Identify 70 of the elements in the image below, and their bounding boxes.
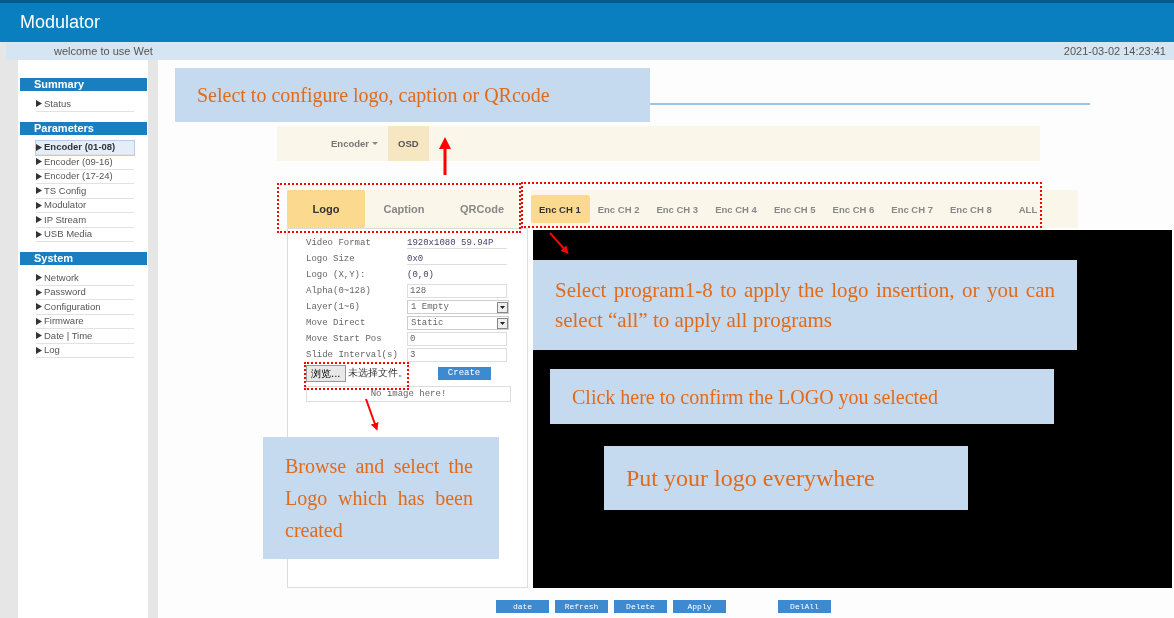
file-status: 未选择文件。 (347, 366, 409, 380)
arrow (439, 137, 451, 175)
field-label: Move Direct (306, 318, 367, 328)
mode-tab[interactable]: Logo (287, 190, 365, 228)
dropdown[interactable]: 1 Empty (407, 300, 509, 314)
input-field[interactable]: 0 (407, 332, 507, 346)
channel-tab[interactable]: Enc CH 4 (707, 195, 766, 223)
channel-tab[interactable]: Enc CH 8 (942, 195, 1001, 223)
date-time: 2021-03-02 14:23:41 (1063, 45, 1166, 57)
arrow (365, 398, 379, 431)
callout-note: Click here to confirm the LOGO you selected (550, 369, 1054, 424)
channel-tab[interactable]: Enc CH 6 (824, 195, 884, 223)
field-label: Layer(1~6) (306, 302, 361, 312)
field-value: 0x0 (407, 253, 507, 265)
sidebar-item[interactable]: Encoder (01-08) (36, 140, 134, 155)
channel-tab[interactable]: Enc CH 5 (765, 195, 825, 223)
callout-note: Select to configure logo, caption or QRcode (175, 68, 650, 122)
sidebar-item[interactable]: IP Stream (36, 213, 134, 228)
channel-tab[interactable]: Enc CH 1 (531, 195, 590, 223)
sidebar-item[interactable]: Encoder (17-24) (36, 169, 134, 184)
callout-note: Select program1-8 to apply the logo insertion, or you can select “all” to apply all programs (533, 260, 1077, 350)
image-status: No image here! (370, 389, 447, 399)
sidebar-item[interactable]: Status (36, 97, 134, 112)
channel-tab[interactable]: Enc CH 7 (883, 195, 943, 223)
dropdown-icon (497, 317, 508, 329)
field-value: (0,0) (407, 270, 435, 280)
sidebar-item[interactable]: USB Media (36, 227, 134, 242)
action-button[interactable]: Delete (614, 600, 667, 613)
arrow (549, 232, 569, 254)
field-label: Logo Size (306, 254, 356, 264)
sidebar-item[interactable]: Configuration (36, 300, 134, 315)
field-label: Slide Interval(s) (306, 350, 399, 360)
app-title: Modulator (20, 12, 101, 33)
callout-note: Browse and select the Logo which has been created (263, 437, 499, 559)
dropdown[interactable]: Static (407, 316, 509, 330)
mode-tab[interactable]: Caption (365, 190, 443, 228)
menu-tab[interactable]: Encoder (321, 126, 388, 161)
sidebar-item[interactable]: TS Config (36, 184, 134, 199)
triangle-icon (36, 100, 42, 108)
sidebar-item[interactable]: Encoder (09-16) (36, 155, 134, 170)
action-button[interactable]: DelAll (778, 600, 831, 613)
action-button[interactable]: date (496, 600, 549, 613)
action-button[interactable]: Apply (673, 600, 726, 613)
section-header: Summary (20, 78, 147, 91)
callout-note: Put your logo everywhere (604, 446, 968, 510)
input-field[interactable]: 3 (407, 348, 507, 362)
mode-tab[interactable]: QRCode (443, 190, 521, 228)
sidebar-item[interactable]: Log (36, 343, 134, 358)
input-field[interactable]: 128 (407, 284, 507, 298)
field-label: Alpha(0~128) (306, 286, 372, 296)
sidebar-item[interactable]: Password (36, 285, 134, 300)
field-label: Logo (X,Y): (306, 270, 367, 280)
field-label: Move Start Pos (306, 334, 383, 344)
channel-tab[interactable]: ALL (1010, 195, 1047, 223)
channel-tab[interactable]: Enc CH 3 (648, 195, 708, 223)
create-button[interactable]: Create (437, 366, 491, 380)
sidebar-item[interactable]: Network (36, 271, 134, 286)
dropdown-icon (497, 301, 508, 313)
action-button[interactable]: Refresh (555, 600, 608, 613)
menu-tab[interactable]: OSD (388, 126, 429, 161)
browse-button[interactable]: 浏览... (306, 364, 346, 382)
field-value: 1920x1080 59.94P (407, 237, 507, 249)
field-label: Video Format (306, 238, 372, 248)
section-header: Parameters (20, 121, 147, 135)
sidebar-item[interactable]: Date | Time (36, 329, 134, 344)
welcome-text: welcome to use Wet (54, 45, 153, 57)
sidebar-item[interactable]: Firmware (36, 314, 134, 329)
channel-tab[interactable]: Enc CH 2 (589, 195, 649, 223)
sidebar-item[interactable]: Modulator (36, 198, 134, 213)
section-header: System (20, 252, 147, 265)
